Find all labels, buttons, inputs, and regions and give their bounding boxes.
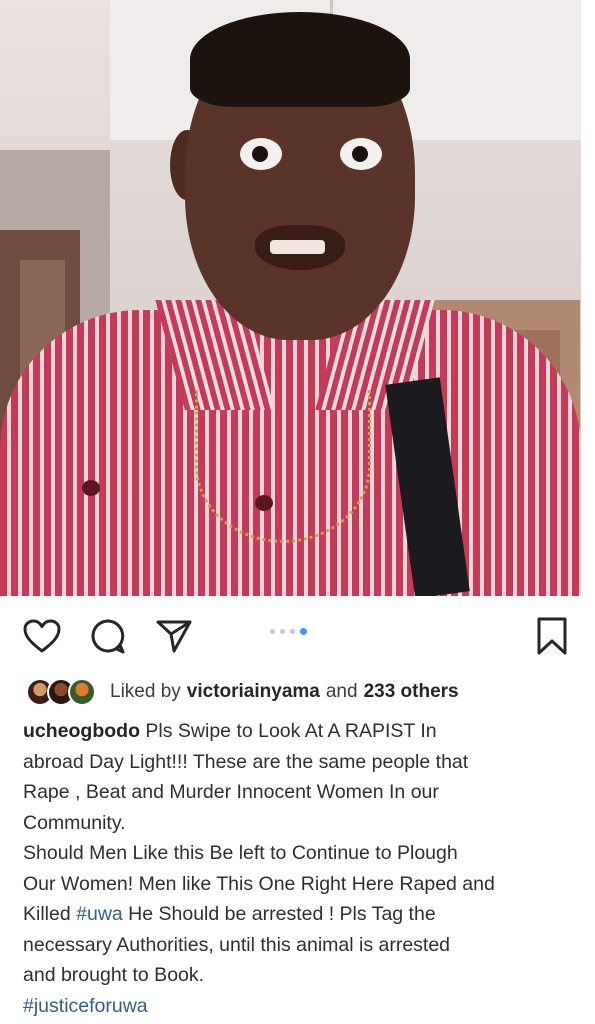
like-button[interactable]	[20, 614, 64, 658]
pupil	[252, 146, 268, 162]
hashtag-link[interactable]: #justiceforuwa	[23, 995, 148, 1017]
eye-right	[340, 138, 382, 170]
caption-text: Pls Swipe to Look At A RAPIST In	[145, 720, 437, 742]
hair	[190, 12, 410, 107]
share-icon	[156, 620, 192, 653]
action-bar	[0, 602, 595, 666]
caption-line: Killed #uwa He Should be arrested ! Pls …	[23, 899, 583, 930]
likes-and: and	[325, 681, 358, 702]
shirt-button	[82, 480, 100, 496]
caption-line: Should Men Like this Be left to Continue…	[23, 842, 458, 864]
caption-line: ucheogbodo Pls Swipe to Look At A RAPIST…	[23, 716, 583, 747]
liker-username[interactable]: victoriainyama	[187, 681, 320, 703]
save-button[interactable]	[530, 614, 574, 658]
post-photo[interactable]	[0, 0, 581, 596]
carousel-dot-active	[300, 628, 307, 635]
carousel-dot	[270, 629, 275, 634]
shirt-button	[255, 495, 273, 511]
caption-line: Rape , Beat and Murder Innocent Women In…	[23, 781, 439, 803]
carousel-indicator	[270, 628, 307, 635]
caption-text: He Should be arrested ! Pls Tag the	[128, 903, 436, 925]
comment-icon	[91, 619, 125, 654]
teeth	[270, 240, 325, 254]
carousel-dot	[280, 629, 285, 634]
likes-row: Liked by victoriainyama and 233 others	[26, 676, 459, 708]
pupil	[352, 146, 368, 162]
necklace	[195, 390, 371, 543]
bookmark-icon	[537, 617, 567, 655]
caption-line: and brought to Book.	[23, 964, 205, 986]
caption-line: Our Women! Men like This One Right Here …	[23, 872, 495, 895]
share-button[interactable]	[152, 614, 196, 658]
carousel-dot	[290, 629, 295, 634]
liker-avatars[interactable]	[26, 678, 96, 706]
hashtag-link[interactable]: #uwa	[76, 903, 123, 925]
likes-prefix: Liked by	[110, 681, 181, 702]
likes-count[interactable]: 233 others	[364, 681, 459, 703]
caption-text: Killed	[23, 903, 71, 925]
comment-button[interactable]	[86, 614, 130, 658]
caption-line: #justiceforuwa	[23, 991, 583, 1022]
caption-line: abroad Day Light!!! These are the same p…	[23, 750, 469, 773]
caption-line: necessary Authorities, until this animal…	[23, 933, 451, 956]
caption-username[interactable]: ucheogbodo	[23, 720, 140, 742]
heart-icon	[23, 619, 61, 653]
eye-left	[240, 138, 282, 170]
caption-line: Community.	[23, 811, 126, 834]
post-caption: ucheogbodo Pls Swipe to Look At A RAPIST…	[23, 716, 583, 1021]
avatar	[68, 678, 96, 706]
